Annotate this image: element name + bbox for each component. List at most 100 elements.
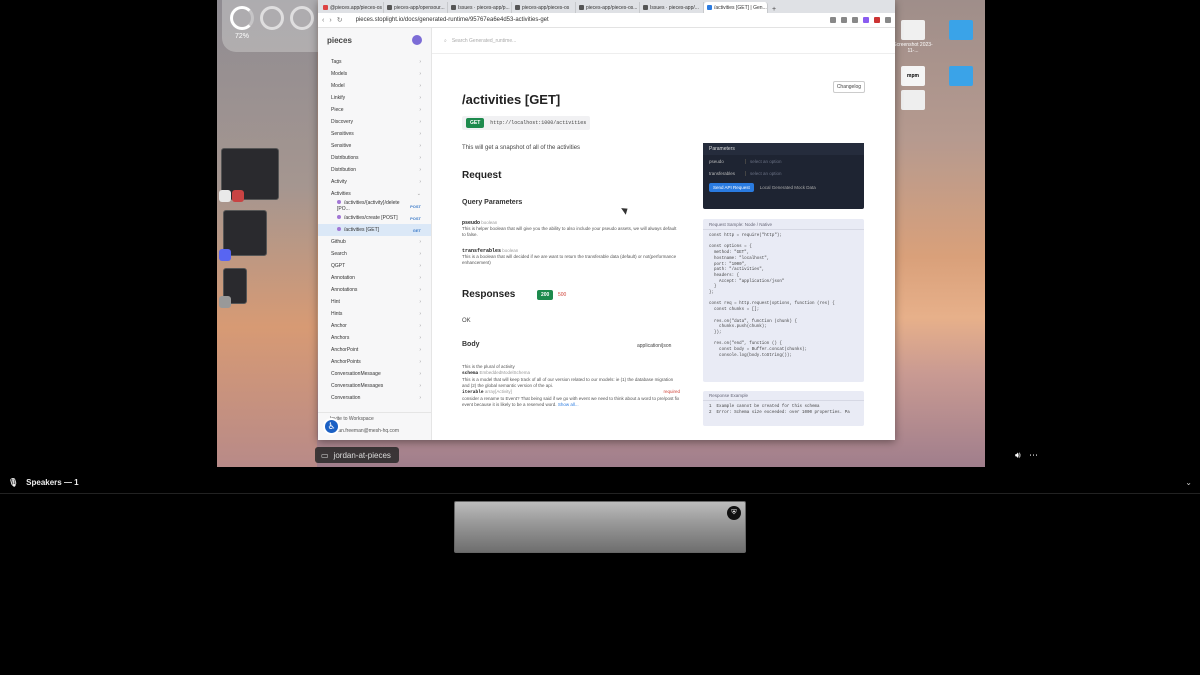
folder-icon[interactable] <box>949 20 973 40</box>
chevron-right-icon: › <box>419 347 421 353</box>
search-bar[interactable]: ⌕ Search Generated_runtime... <box>432 28 895 54</box>
sidebar-subitem[interactable]: /activities/{activity}/delete [PO... POST <box>318 200 431 212</box>
sample-code: const http = require("http"); const opti… <box>709 234 835 358</box>
sidebar-item[interactable]: Models › <box>318 68 431 80</box>
sidebar-item[interactable]: Piece › <box>318 104 431 116</box>
sidebar-item[interactable]: Annotation › <box>318 272 431 284</box>
sidebar-item[interactable]: AnchorPoints › <box>318 356 431 368</box>
browser-tab-active[interactable]: /activities [GET] | Gen... <box>704 2 768 13</box>
github-icon <box>579 5 584 10</box>
response-ok: OK <box>462 318 471 324</box>
url-field[interactable]: pieces.stoplight.io/docs/generated-runti… <box>348 17 825 23</box>
sidebar-item[interactable]: Anchor › <box>318 320 431 332</box>
screenshot-file-icon[interactable] <box>901 90 925 110</box>
chevron-right-icon: › <box>419 167 421 173</box>
request-sample: Request Sample: Node / Native const http… <box>703 219 864 382</box>
github-icon <box>451 5 456 10</box>
folder-icon[interactable] <box>949 66 973 86</box>
show-all-link[interactable]: Show all... <box>558 402 579 407</box>
sidebar-item[interactable]: Annotations › <box>318 284 431 296</box>
new-tab-icon[interactable]: + <box>768 6 780 13</box>
sidebar-item[interactable]: Activity › <box>318 176 431 188</box>
extension-icon[interactable] <box>852 17 858 23</box>
response-example: Response Example 1 Example cannot be cre… <box>703 391 864 426</box>
sidebar-item[interactable]: Conversation › <box>318 392 431 404</box>
sidebar-item[interactable]: QGPT › <box>318 260 431 272</box>
sidebar-item[interactable]: ConversationMessages › <box>318 380 431 392</box>
sidebar-item[interactable]: Anchors › <box>318 332 431 344</box>
send-request-button[interactable]: Send API Request <box>709 183 754 192</box>
chevron-right-icon: › <box>419 83 421 89</box>
sidebar-item[interactable]: Sensitives › <box>318 128 431 140</box>
browser-tab[interactable]: pieces-app/pieces-os... <box>576 2 640 13</box>
chevron-down-icon: ⌄ <box>416 191 421 197</box>
more-options-icon[interactable]: ⋯ <box>1029 450 1038 461</box>
sidebar-item[interactable]: Search › <box>318 248 431 260</box>
sidebar-item[interactable]: Hint › <box>318 296 431 308</box>
browser-tab[interactable]: Issues · pieces-app/... <box>640 2 704 13</box>
battery-percent: 72% <box>235 33 250 40</box>
extension-icon[interactable] <box>841 17 847 23</box>
sidebar-item[interactable]: Linkify › <box>318 92 431 104</box>
meeting-stage: 72% Screenshot 2023-11-... mpm ▭ jordan-… <box>0 0 1200 675</box>
accessibility-icon[interactable]: ♿︎ <box>323 418 340 435</box>
extension-icon[interactable] <box>830 17 836 23</box>
browser-tab[interactable]: pieces-app/pieces-os <box>512 2 576 13</box>
sample-header[interactable]: Request Sample: Node / Native <box>703 219 864 230</box>
sidebar-item[interactable]: Github › <box>318 236 431 248</box>
chevron-right-icon: › <box>419 155 421 161</box>
chevron-right-icon: › <box>419 263 421 269</box>
body-heading: Body <box>462 341 480 348</box>
browser-tab[interactable]: @pieces.app/pieces-os <box>320 2 384 13</box>
workspace-avatar[interactable] <box>412 35 422 45</box>
browser-tab[interactable]: Issues · pieces-app/p... <box>448 2 512 13</box>
sidebar-item[interactable]: AnchorPoint › <box>318 344 431 356</box>
screenshot-file-icon[interactable] <box>901 20 925 40</box>
mock-data-toggle[interactable]: Local Generated Mock Data <box>760 185 816 190</box>
chevron-right-icon: › <box>419 71 421 77</box>
participant-video[interactable]: ⛨ <box>454 501 746 553</box>
sidebar-item[interactable]: Distribution › <box>318 164 431 176</box>
chevron-right-icon: › <box>419 299 421 305</box>
chevron-right-icon: › <box>419 239 421 245</box>
search-icon: ⌕ <box>444 37 447 44</box>
mpm-file-icon[interactable]: mpm <box>901 66 925 86</box>
sidebar-item-activities[interactable]: Activities ⌄ <box>318 188 431 200</box>
widget-ring-icon <box>290 6 314 30</box>
chevron-right-icon: › <box>419 383 421 389</box>
browser-tab[interactable]: pieces-app/opensour... <box>384 2 448 13</box>
extension-icon[interactable] <box>863 17 869 23</box>
sidebar-item[interactable]: Discovery › <box>318 116 431 128</box>
changelog-button[interactable]: Changelog <box>832 81 865 93</box>
pseudo-select[interactable]: select an option <box>745 158 858 164</box>
desktop-icon-label: Screenshot 2023-11-... <box>893 42 933 54</box>
sidebar-item[interactable]: Sensitive › <box>318 140 431 152</box>
chevron-down-icon[interactable]: ⌄ <box>1185 478 1192 487</box>
sidebar-item[interactable]: Model › <box>318 80 431 92</box>
endpoint-url[interactable]: http://localhost:1000/activities <box>490 120 586 126</box>
mime-select[interactable]: application/json <box>637 343 671 349</box>
sidebar-item[interactable]: Tags › <box>318 56 431 68</box>
shield-icon[interactable]: ⛨ <box>727 506 741 520</box>
reload-icon[interactable]: ↻ <box>337 16 343 24</box>
sidebar-subitem-active[interactable]: /activities [GET] GET <box>318 224 431 236</box>
sidebar-item[interactable]: Distributions › <box>318 152 431 164</box>
share-right-bar <box>985 0 1045 467</box>
screen-icon: ▭ <box>321 450 329 460</box>
menu-icon[interactable] <box>885 17 891 23</box>
back-icon[interactable]: ‹ <box>322 17 324 24</box>
transferables-select[interactable]: select an option <box>745 170 858 176</box>
sidebar-subitem[interactable]: /activities/create [POST] POST <box>318 212 431 224</box>
params-panel-header[interactable]: Parameters <box>703 143 864 155</box>
volume-icon[interactable]: 🔊︎ <box>1015 450 1021 461</box>
sidebar-item[interactable]: Hints › <box>318 308 431 320</box>
sidebar-list: Tags › Models › Model › Linkify › Piece › Dis… <box>318 56 431 404</box>
widget-ring-icon <box>260 6 284 30</box>
response-200-tab[interactable]: 200 <box>537 290 554 300</box>
mouse-cursor-icon <box>621 205 630 215</box>
speakers-section[interactable]: 🎙︎ Speakers — 1 <box>8 478 79 487</box>
sidebar-item[interactable]: ConversationMessage › <box>318 368 431 380</box>
response-500-tab[interactable]: 500 <box>558 292 566 298</box>
forward-icon[interactable]: › <box>329 17 331 24</box>
extension-icon[interactable] <box>874 17 880 23</box>
